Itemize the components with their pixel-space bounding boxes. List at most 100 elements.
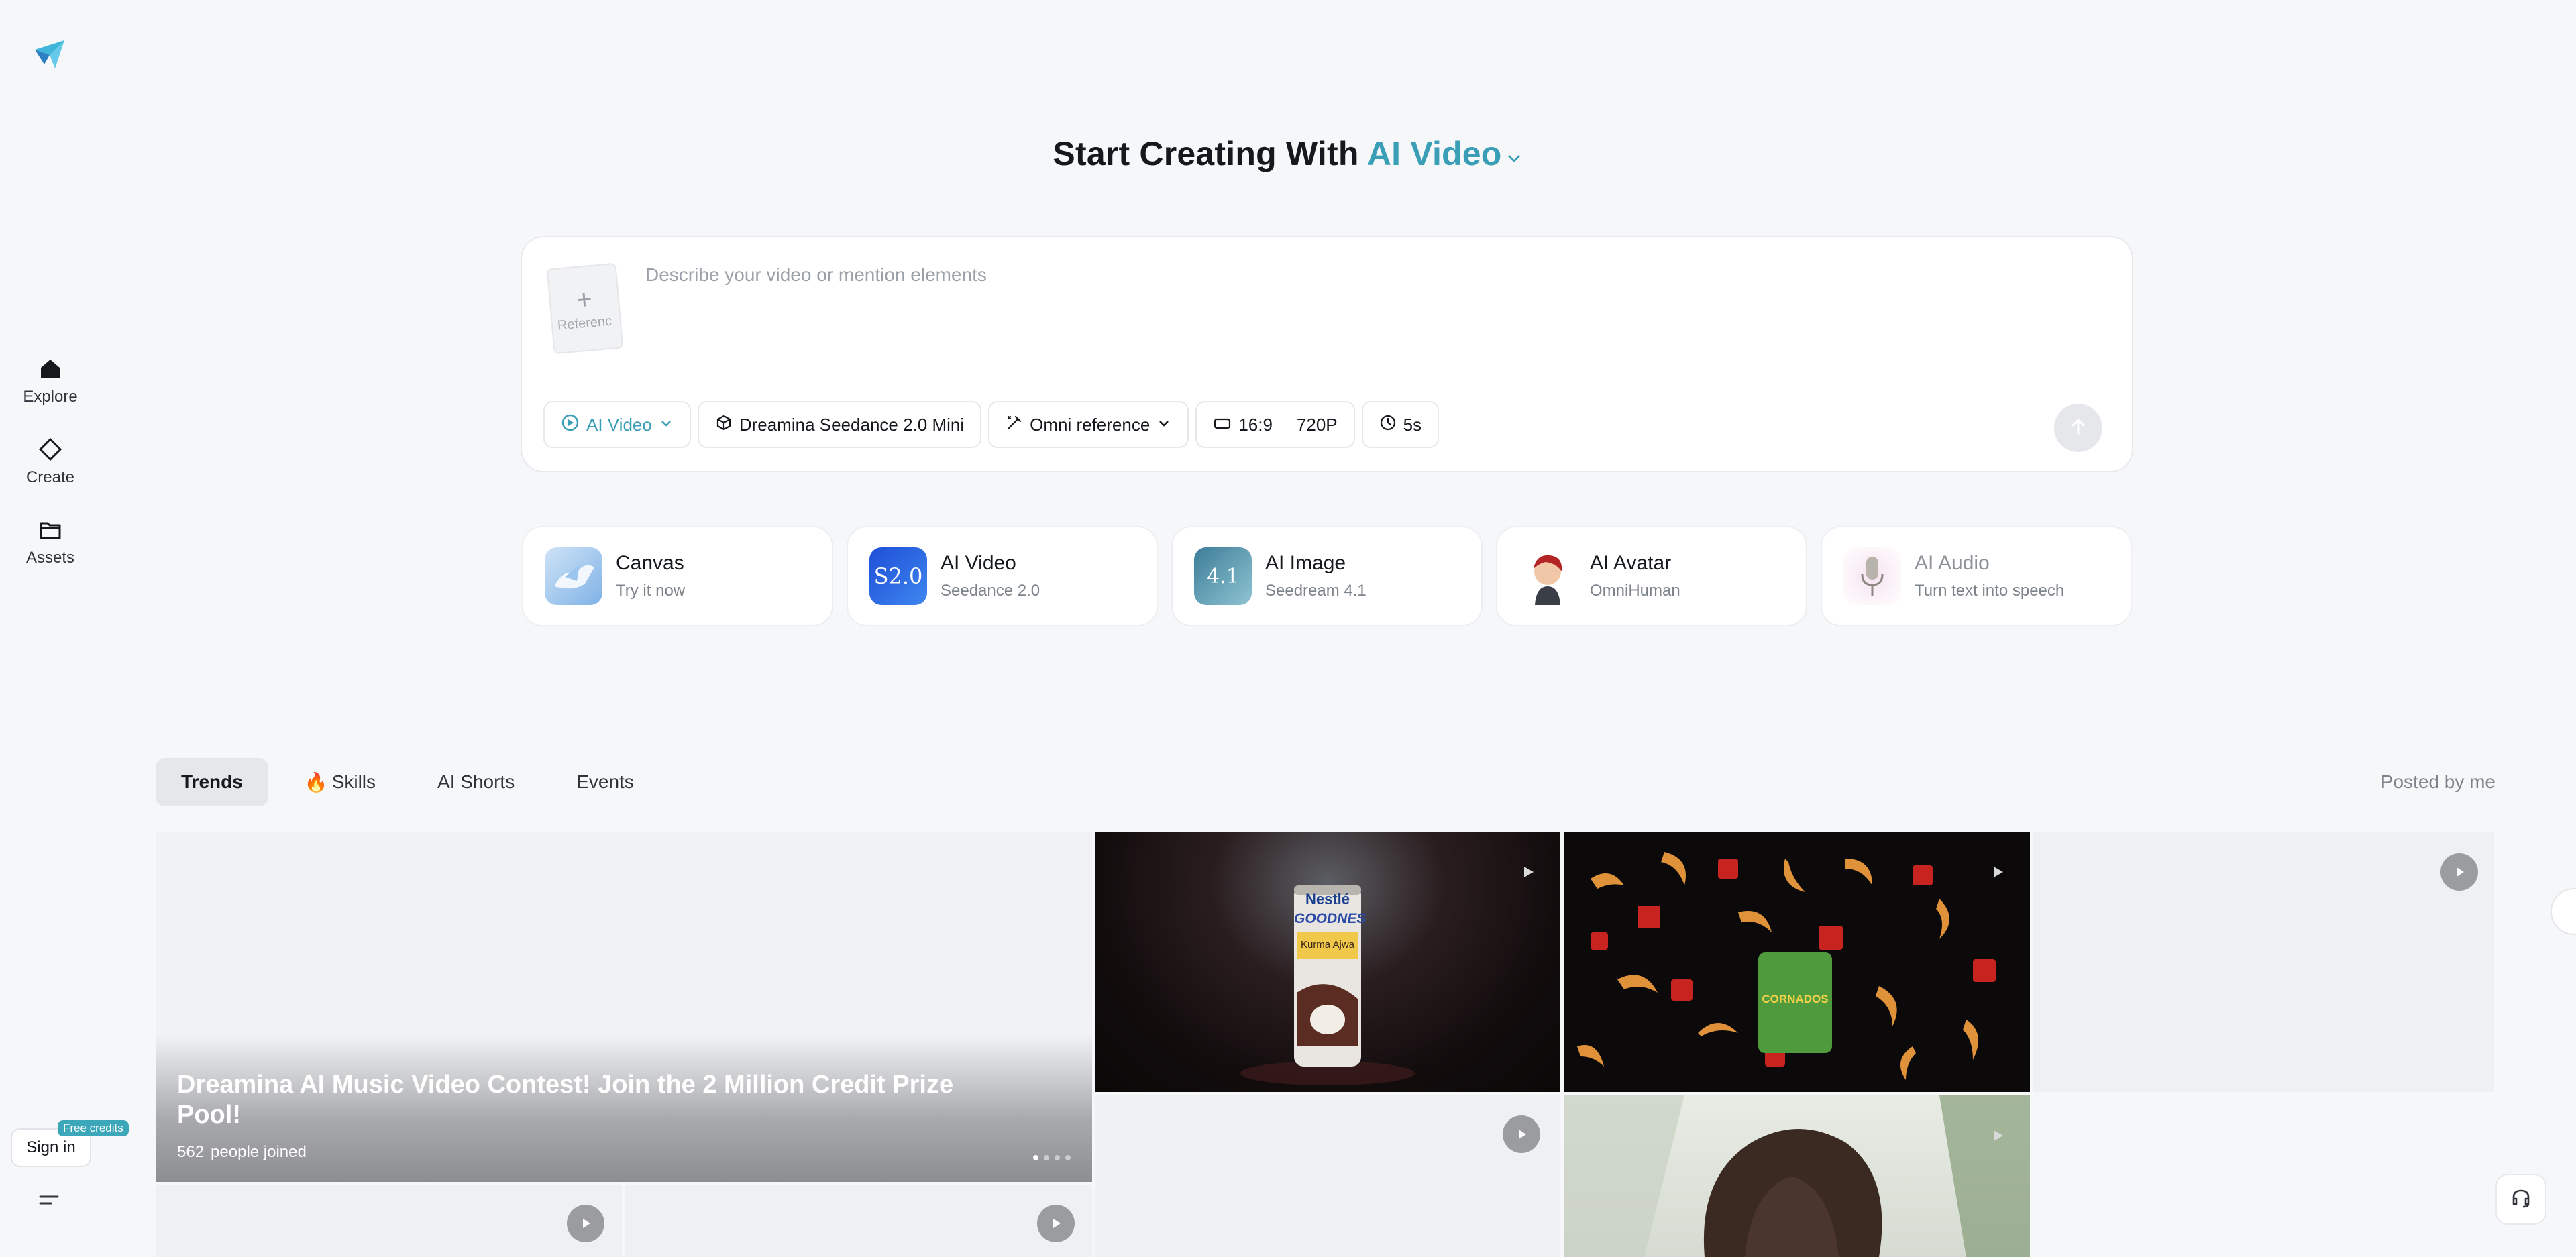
thumbnail-text: S2.0 <box>873 563 923 589</box>
sidebar-item-label: Create <box>25 468 75 486</box>
tab-label: Trends <box>181 771 243 792</box>
play-icon[interactable] <box>1503 1115 1540 1153</box>
duration-select[interactable]: 5s <box>1361 401 1440 448</box>
feature-subtitle: OmniHuman <box>1590 582 1680 600</box>
joined-count: 562 <box>177 1143 205 1161</box>
carousel-dots <box>1033 1155 1071 1160</box>
play-icon[interactable] <box>2440 853 2478 891</box>
tab-label: AI Shorts <box>437 771 515 792</box>
thumbnail-text: 4.1 <box>1207 564 1239 588</box>
can-brand: Nestlé <box>1305 891 1350 908</box>
feature-card-ai-image[interactable]: 4.1 AI Image Seedream 4.1 <box>1171 526 1483 626</box>
model-select-label: Dreamina Seedance 2.0 Mini <box>739 414 965 435</box>
carousel-dot[interactable] <box>1055 1155 1060 1160</box>
chevron-down-icon <box>1157 415 1171 435</box>
feature-card-ai-video[interactable]: S2.0 AI Video Seedance 2.0 <box>847 526 1158 626</box>
aspect-ratio-icon <box>1213 415 1232 435</box>
chevron-down-icon <box>1505 137 1523 176</box>
chevron-down-icon <box>659 415 674 435</box>
diamond-icon <box>36 435 65 464</box>
sidebar-item-explore[interactable]: Explore <box>0 354 101 406</box>
tab-events[interactable]: Events <box>551 758 659 806</box>
gallery-video-tile[interactable] <box>1564 1095 2030 1257</box>
beverage-can-image <box>1240 885 1415 1085</box>
ai-avatar-thumbnail <box>1519 547 1576 605</box>
folder-icon <box>36 515 65 545</box>
play-icon[interactable] <box>567 1205 604 1242</box>
mode-select[interactable]: AI Video <box>543 401 691 448</box>
tab-skills[interactable]: 🔥 Skills <box>279 758 401 806</box>
reference-mode-select[interactable]: Omni reference <box>988 401 1189 448</box>
banner-title: Dreamina AI Music Video Contest! Join th… <box>177 1070 954 1130</box>
feature-card-ai-audio[interactable]: AI Audio Turn text into speech <box>1821 526 2132 626</box>
play-icon[interactable] <box>1037 1205 1075 1242</box>
feature-title: AI Video <box>941 552 1016 574</box>
feature-card-canvas[interactable]: Canvas Try it now <box>522 526 833 626</box>
ai-audio-thumbnail <box>1843 547 1901 605</box>
sidebar-item-create[interactable]: Create <box>0 435 101 487</box>
carousel-dot[interactable] <box>1065 1155 1071 1160</box>
free-credits-badge: Free credits <box>58 1120 129 1136</box>
menu-icon[interactable] <box>38 1191 62 1210</box>
feature-subtitle: Seedream 4.1 <box>1265 582 1366 600</box>
play-icon[interactable] <box>1984 859 2011 885</box>
feature-title: AI Audio <box>1915 552 1990 574</box>
posted-by-me-link[interactable]: Posted by me <box>2381 771 2496 793</box>
gallery-video-tile[interactable]: Nestlé GOODNES Kurma Ajwa <box>1095 832 1560 1092</box>
joined-label: people joined <box>211 1143 307 1161</box>
floating-assistant-button[interactable] <box>2551 888 2576 935</box>
headset-icon <box>2508 1185 2534 1214</box>
wand-icon <box>1006 414 1023 436</box>
cube-icon <box>715 414 733 436</box>
feature-subtitle: Try it now <box>616 582 686 600</box>
gallery-video-tile[interactable] <box>1095 1095 1560 1257</box>
tab-trends[interactable]: Trends <box>156 758 268 806</box>
feature-title: Canvas <box>616 552 684 574</box>
prompt-input[interactable] <box>645 262 2054 288</box>
ai-image-thumbnail: 4.1 <box>1194 547 1252 605</box>
prompt-box: + Referenc AI Video Dreamina Seedance 2.… <box>521 236 2133 472</box>
fire-icon: 🔥 <box>304 771 328 793</box>
sidebar-item-label: Assets <box>25 549 75 567</box>
send-button[interactable] <box>2054 404 2102 452</box>
banner-joined: 562 people joined <box>177 1143 307 1162</box>
home-icon <box>36 354 65 384</box>
play-icon[interactable] <box>1515 859 1542 885</box>
model-select[interactable]: Dreamina Seedance 2.0 Mini <box>697 401 982 448</box>
mode-dropdown-label: AI Video <box>1366 135 1502 172</box>
play-icon[interactable] <box>1984 1122 2011 1149</box>
support-button[interactable] <box>2496 1174 2546 1225</box>
reference-mode-label: Omni reference <box>1030 414 1150 435</box>
portrait-image <box>1564 1095 2030 1257</box>
sidebar-item-label: Explore <box>23 388 78 406</box>
gallery-video-tile[interactable] <box>2033 832 2494 1092</box>
aspect-resolution-select[interactable]: 16:9 720P <box>1195 401 1355 448</box>
reference-upload[interactable]: + Referenc <box>546 262 624 355</box>
carousel-dot[interactable] <box>1044 1155 1049 1160</box>
app-logo[interactable] <box>31 35 68 72</box>
arrow-up-icon <box>2067 415 2090 441</box>
tab-label: Events <box>576 771 634 792</box>
feature-card-ai-avatar[interactable]: AI Avatar OmniHuman <box>1496 526 1807 626</box>
content-tabs: Trends 🔥 Skills AI Shorts Events <box>156 758 659 806</box>
mode-dropdown[interactable]: AI Video <box>1367 135 1523 172</box>
plus-icon: + <box>575 284 594 315</box>
feature-subtitle: Seedance 2.0 <box>941 582 1040 600</box>
sidebar-item-assets[interactable]: Assets <box>0 515 101 567</box>
carousel-dot[interactable] <box>1033 1155 1038 1160</box>
page-title-prefix: Start Creating With <box>1053 135 1359 172</box>
gallery-video-tile[interactable]: CORNADOS <box>1564 832 2030 1092</box>
can-name: GOODNES <box>1294 911 1366 926</box>
reference-label: Referenc <box>557 313 612 333</box>
aspect-ratio-label: 16:9 <box>1238 414 1273 435</box>
snack-brand: CORNADOS <box>1762 993 1829 1005</box>
gallery-video-tile[interactable] <box>625 1185 1092 1257</box>
tab-ai-shorts[interactable]: AI Shorts <box>412 758 540 806</box>
mode-select-label: AI Video <box>586 414 652 435</box>
clock-icon <box>1379 414 1397 436</box>
page-title: Start Creating With AI Video <box>0 134 2576 176</box>
contest-banner[interactable]: Dreamina AI Music Video Contest! Join th… <box>156 832 1092 1182</box>
duration-label: 5s <box>1403 414 1422 435</box>
feature-title: AI Avatar <box>1590 552 1672 574</box>
gallery-video-tile[interactable] <box>156 1185 622 1257</box>
